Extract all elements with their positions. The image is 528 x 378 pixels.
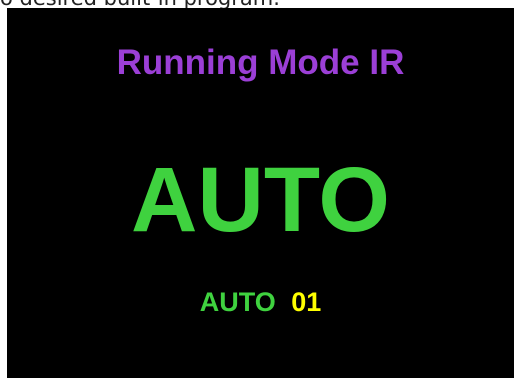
page: o desired built-in program. Running Mode… <box>0 0 528 378</box>
program-indicator: AUTO 01 <box>7 286 514 318</box>
running-mode-title: Running Mode IR <box>116 43 405 82</box>
program-number: 01 <box>291 287 322 317</box>
program-label: AUTO <box>199 287 276 317</box>
current-mode-label: AUTO <box>131 149 390 251</box>
device-display-screen: Running Mode IR AUTO AUTO 01 <box>7 8 514 378</box>
